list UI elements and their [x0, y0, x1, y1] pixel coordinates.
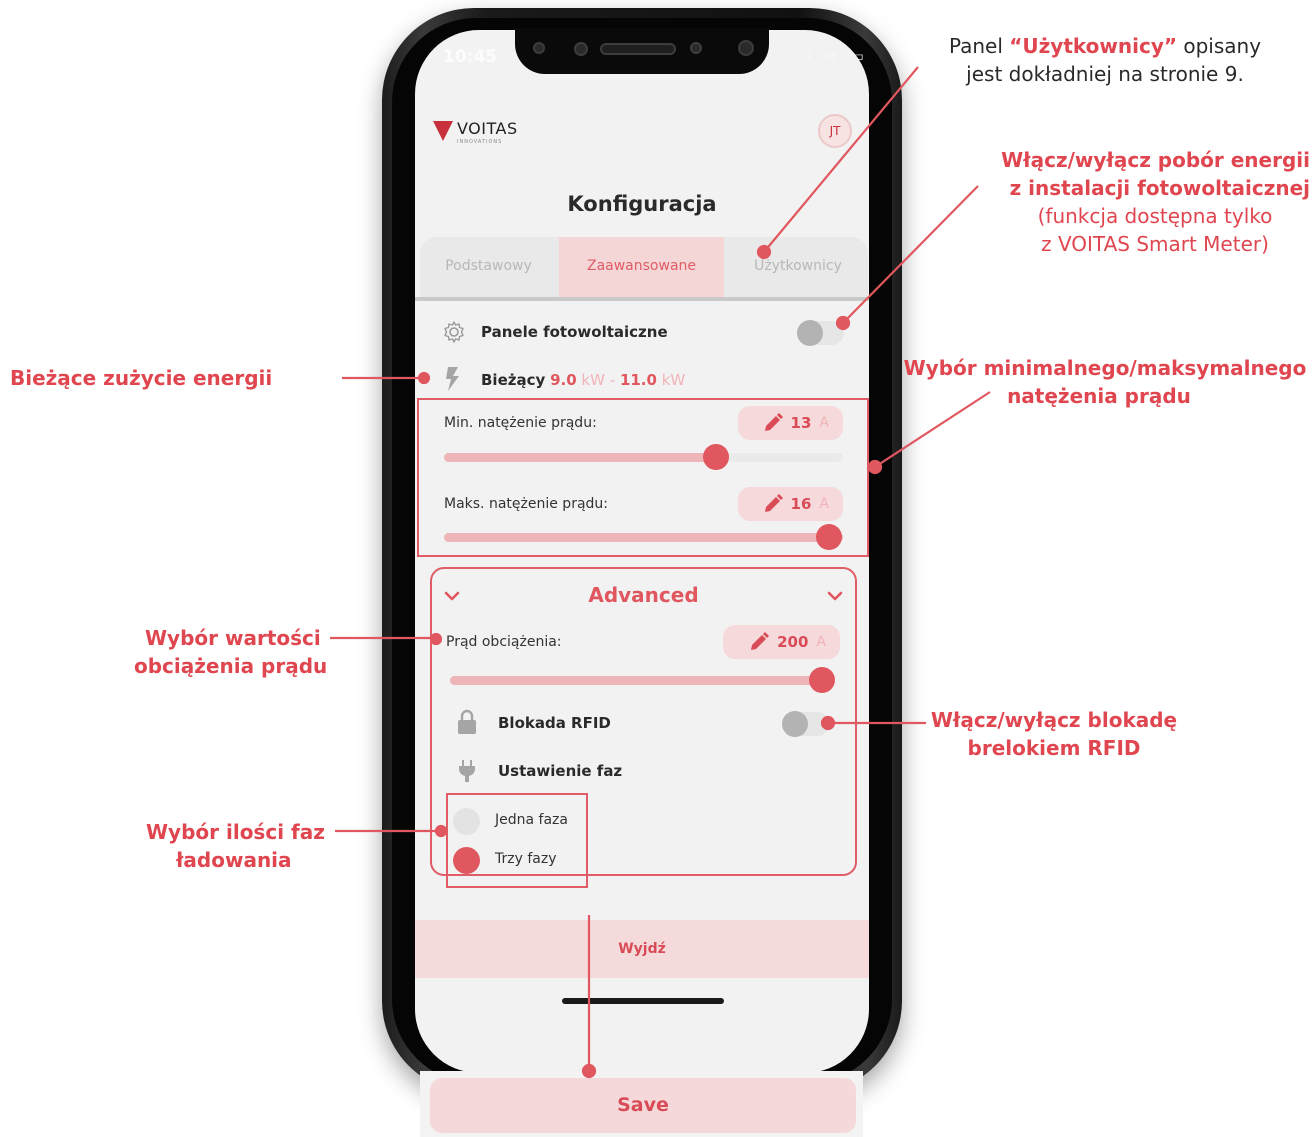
annotation-rfid-toggle: Włącz/wyłącz blokadę brelokiem RFID [920, 706, 1188, 762]
status-time: 10:45 [443, 47, 498, 67]
tab-users[interactable]: Użytkownicy [727, 237, 869, 299]
chevron-down-icon[interactable] [827, 588, 843, 602]
logo-subtext: INNOVATIONS [457, 139, 503, 145]
annotation-min-max: Wybór minimalnego/maksymalnego natężenia… [896, 354, 1314, 410]
pv-panels-label: Panele fotowoltaiczne [481, 323, 668, 341]
annotation-min-max-line2: natężenia prądu [1007, 384, 1191, 408]
sensor-dot [574, 42, 588, 56]
phases-label: Ustawienie faz [498, 762, 623, 780]
annotation-rfid-line2: brelokiem RFID [967, 736, 1141, 760]
annotation-phases-line2: ładowania [176, 848, 292, 872]
lightning-icon [443, 366, 463, 392]
speaker-grill [600, 43, 676, 55]
advanced-title[interactable]: Advanced [430, 583, 857, 607]
plug-icon [458, 759, 476, 783]
pv-panels-toggle[interactable] [797, 320, 844, 346]
current-to-value: 11.0 [619, 371, 657, 389]
gear-icon [442, 320, 466, 344]
current-from-value: 9.0 [550, 371, 577, 389]
annotation-users-line2: jest dokładniej na stronie 9. [966, 62, 1244, 86]
radio-one-phase[interactable] [453, 808, 480, 835]
one-phase-label[interactable]: Jedna faza [495, 812, 568, 828]
load-current-slider-knob[interactable] [809, 667, 835, 693]
max-current-slider-fill [444, 533, 843, 542]
max-current-slider[interactable] [444, 533, 843, 542]
annotation-load-line1: Wybór wartości [145, 626, 321, 650]
current-from-unit: kW [581, 371, 605, 389]
max-current-unit: A [819, 496, 829, 512]
annotation-rfid-line1: Włącz/wyłącz blokadę [930, 708, 1178, 732]
front-camera [738, 40, 754, 56]
user-avatar[interactable]: JT [818, 114, 852, 148]
annotation-load-line2: obciążenia prądu [134, 654, 328, 678]
min-current-label: Min. natężenie prądu: [444, 415, 597, 431]
tab-advanced[interactable]: Zaawansowane [559, 237, 724, 299]
max-current-slider-knob[interactable] [816, 524, 842, 550]
annotation-load-value: Wybór wartości obciążenia prądu [120, 624, 350, 680]
annotation-users-suffix: opisany [1177, 34, 1262, 58]
current-usage: Bieżący 9.0 kW - 11.0 kW [481, 371, 685, 389]
annotation-phases-line1: Wybór ilości faz [146, 820, 325, 844]
load-current-unit: A [816, 634, 826, 650]
exit-button-label: Wyjdź [618, 941, 666, 957]
logo-v-icon [433, 121, 453, 141]
min-current-value: 13 [790, 414, 812, 432]
radio-three-phases[interactable] [453, 847, 480, 874]
min-current-slider-knob[interactable] [703, 444, 729, 470]
annotation-users-highlight: “Użytkownicy” [1009, 34, 1177, 58]
voitas-logo: VOITAS INNOVATIONS [433, 119, 518, 149]
logo-text: VOITAS [457, 119, 518, 138]
current-label: Bieżący [481, 371, 546, 389]
save-button[interactable]: Save [430, 1078, 856, 1133]
three-phases-label[interactable]: Trzy fazy [495, 851, 556, 867]
page-title: Konfiguracja [567, 192, 717, 216]
annotation-min-max-line1: Wybór minimalnego/maksymalnego [903, 356, 1307, 380]
rfid-label: Blokada RFID [498, 714, 611, 732]
load-current-value: 200 [777, 633, 809, 651]
load-current-slider[interactable] [450, 676, 834, 685]
annotation-users-panel: Panel “Użytkownicy” opisany jest dokładn… [920, 32, 1290, 88]
load-current-slider-fill [450, 676, 834, 685]
annotation-current-usage: Bieżące zużycie energii [10, 366, 273, 390]
camera-dot [533, 42, 545, 54]
annotation-pv-toggle: Włącz/wyłącz pobór energii z instalacji … [960, 146, 1310, 258]
pencil-icon [764, 494, 783, 512]
tab-basic[interactable]: Podstawowy [420, 237, 557, 299]
current-separator: - [609, 371, 616, 389]
tab-underline [415, 297, 869, 301]
annotation-pv-line1: Włącz/wyłącz pobór energii [1001, 148, 1310, 172]
sensor-dot-right [690, 42, 702, 54]
annotation-pv-line2: z instalacji fotowoltaicznej [1009, 176, 1310, 200]
load-current-label: Prąd obciążenia: [446, 634, 562, 650]
pencil-icon [751, 632, 770, 650]
load-current-value-pill[interactable]: 200 A [723, 625, 840, 659]
min-current-unit: A [819, 415, 829, 431]
min-current-slider[interactable] [444, 453, 843, 462]
status-icons: ..l ≈ ▭ [790, 47, 868, 65]
current-to-unit: kW [661, 371, 686, 389]
annotation-pv-line4: z VOITAS Smart Meter) [1041, 232, 1269, 256]
max-current-value-pill[interactable]: 16 A [738, 487, 843, 521]
rfid-toggle[interactable] [782, 711, 829, 737]
home-indicator [562, 998, 724, 1004]
pv-panels-toggle-knob [797, 320, 823, 346]
min-current-value-pill[interactable]: 13 A [738, 406, 843, 440]
exit-button[interactable]: Wyjdź [415, 920, 869, 978]
max-current-label: Maks. natężenie prądu: [444, 496, 609, 512]
max-current-value: 16 [790, 495, 812, 513]
annotation-users-prefix: Panel [948, 34, 1010, 58]
lock-icon [457, 709, 477, 735]
min-current-slider-fill [444, 453, 716, 462]
annotation-pv-line3: (funkcja dostępna tylko [1037, 204, 1273, 228]
pencil-icon [764, 413, 783, 431]
rfid-toggle-knob [782, 711, 808, 737]
annotation-phases-select: Wybór ilości faz ładowania [130, 818, 350, 874]
